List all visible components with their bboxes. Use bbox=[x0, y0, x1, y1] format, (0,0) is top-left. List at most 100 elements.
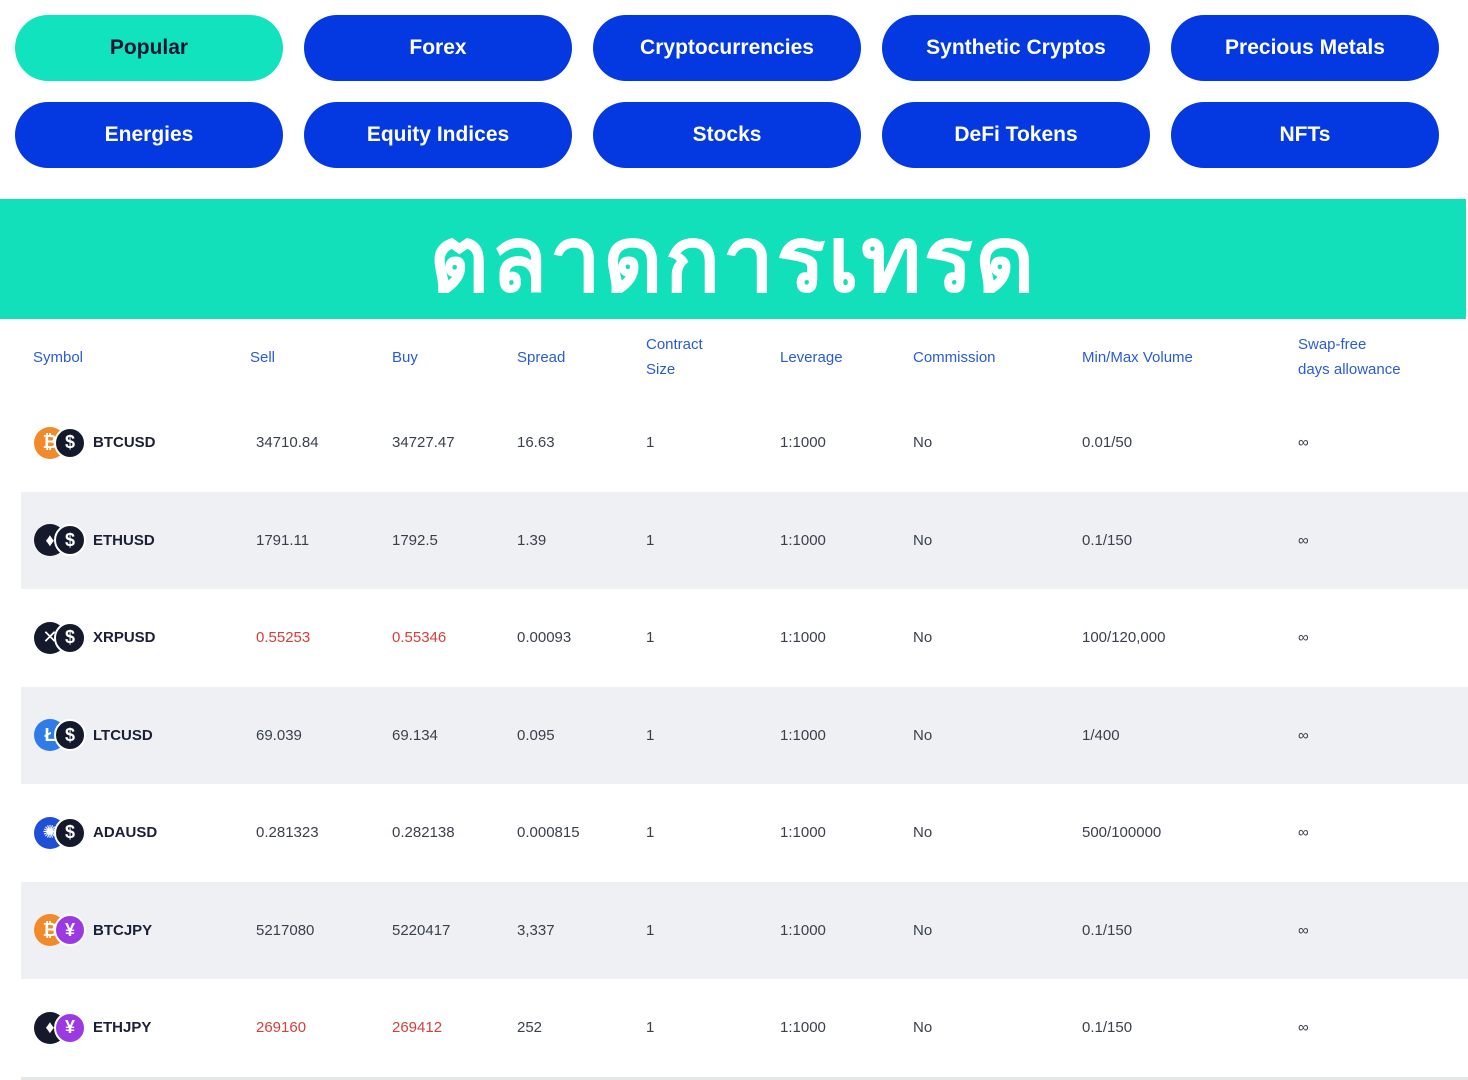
instrument-table: Symbol Sell Buy Spread Contract Size Lev… bbox=[21, 320, 1468, 1077]
symbol: BTCUSD bbox=[93, 434, 156, 452]
leverage: 1:1000 bbox=[780, 434, 826, 452]
header-symbol: Symbol bbox=[33, 348, 84, 366]
symbol: XRPUSD bbox=[93, 629, 156, 647]
dollar-icon: $ bbox=[54, 426, 86, 459]
symbol: ADAUSD bbox=[93, 824, 158, 842]
contract-size: 1 bbox=[646, 824, 655, 842]
tab-precious-metals[interactable]: Precious Metals bbox=[1171, 15, 1439, 81]
banner-title: ตลาดการเทรด bbox=[429, 205, 1037, 313]
buy-price: 34727.47 bbox=[392, 434, 455, 452]
leverage: 1:1000 bbox=[780, 1019, 826, 1037]
tab-forex[interactable]: Forex bbox=[304, 15, 572, 81]
leverage: 1:1000 bbox=[780, 824, 826, 842]
contract-size: 1 bbox=[646, 629, 655, 647]
tab-synthetic-cryptos[interactable]: Synthetic Cryptos bbox=[882, 15, 1150, 81]
swap-free-days: ∞ bbox=[1298, 824, 1309, 842]
swap-free-days: ∞ bbox=[1298, 531, 1309, 549]
pair-icons: ♦ ¥ bbox=[34, 1011, 88, 1044]
header-contract-size-line1: Contract bbox=[646, 336, 703, 353]
commission: No bbox=[913, 629, 933, 647]
table-row[interactable]: ♦ ¥ ETHJPY 269160 269412 252 1 1:1000 No… bbox=[21, 979, 1468, 1077]
header-swap-free: Swap-free days allowance bbox=[1298, 320, 1401, 394]
pair-icons: ₿ ¥ bbox=[34, 914, 88, 947]
commission: No bbox=[913, 824, 933, 842]
header-contract-size: Contract Size bbox=[646, 320, 703, 394]
leverage: 1:1000 bbox=[780, 921, 826, 939]
commission: No bbox=[913, 1019, 933, 1037]
header-min-max-volume: Min/Max Volume bbox=[1082, 348, 1193, 366]
commission: No bbox=[913, 726, 933, 744]
tab-equity-indices[interactable]: Equity Indices bbox=[304, 102, 572, 168]
pair-icons: ✕ $ bbox=[34, 621, 88, 654]
contract-size: 1 bbox=[646, 921, 655, 939]
tab-cryptocurrencies[interactable]: Cryptocurrencies bbox=[593, 15, 861, 81]
header-spread: Spread bbox=[517, 348, 566, 366]
header-contract-size-line2: Size bbox=[646, 361, 676, 378]
dollar-icon: $ bbox=[54, 816, 86, 849]
table-row[interactable]: ₿ $ BTCUSD 34710.84 34727.47 16.63 1 1:1… bbox=[21, 394, 1468, 492]
min-max-volume: 0.1/150 bbox=[1082, 921, 1133, 939]
swap-free-days: ∞ bbox=[1298, 921, 1309, 939]
table-row[interactable]: ✕ $ XRPUSD 0.55253 0.55346 0.00093 1 1:1… bbox=[21, 589, 1468, 687]
buy-price: 0.282138 bbox=[392, 824, 455, 842]
sell-price: 0.55253 bbox=[256, 629, 311, 647]
dollar-icon: $ bbox=[54, 621, 86, 654]
buy-price: 0.55346 bbox=[392, 629, 447, 647]
table-row[interactable]: ✺ $ ADAUSD 0.281323 0.282138 0.000815 1 … bbox=[21, 784, 1468, 882]
contract-size: 1 bbox=[646, 1019, 655, 1037]
dollar-icon: $ bbox=[54, 524, 86, 557]
table-row[interactable]: Ł $ LTCUSD 69.039 69.134 0.095 1 1:1000 … bbox=[21, 686, 1468, 784]
market-category-tabs: Popular Forex Cryptocurrencies Synthetic… bbox=[15, 15, 1445, 168]
swap-free-days: ∞ bbox=[1298, 434, 1309, 452]
sell-price: 34710.84 bbox=[256, 434, 319, 452]
table-row[interactable]: ₿ ¥ BTCJPY 5217080 5220417 3,337 1 1:100… bbox=[21, 881, 1468, 979]
spread: 3,337 bbox=[517, 921, 555, 939]
spread: 16.63 bbox=[517, 434, 555, 452]
swap-free-days: ∞ bbox=[1298, 726, 1309, 744]
symbol: LTCUSD bbox=[93, 726, 153, 744]
contract-size: 1 bbox=[646, 531, 655, 549]
header-swap-free-line2: days allowance bbox=[1298, 361, 1401, 378]
spread: 0.00093 bbox=[517, 629, 572, 647]
tab-popular[interactable]: Popular bbox=[15, 15, 283, 81]
spread: 252 bbox=[517, 1019, 543, 1037]
pair-icons: ♦ $ bbox=[34, 524, 88, 557]
yen-icon: ¥ bbox=[54, 1011, 86, 1044]
contract-size: 1 bbox=[646, 726, 655, 744]
header-commission: Commission bbox=[913, 348, 996, 366]
spread: 0.095 bbox=[517, 726, 555, 744]
min-max-volume: 0.1/150 bbox=[1082, 531, 1133, 549]
sell-price: 269160 bbox=[256, 1019, 307, 1037]
min-max-volume: 100/120,000 bbox=[1082, 629, 1166, 647]
min-max-volume: 0.1/150 bbox=[1082, 1019, 1133, 1037]
tab-energies[interactable]: Energies bbox=[15, 102, 283, 168]
table-row[interactable]: ♦ $ ETHUSD 1791.11 1792.5 1.39 1 1:1000 … bbox=[21, 491, 1468, 589]
symbol: ETHUSD bbox=[93, 531, 155, 549]
spread: 0.000815 bbox=[517, 824, 580, 842]
table-header: Symbol Sell Buy Spread Contract Size Lev… bbox=[21, 320, 1468, 394]
tab-defi-tokens[interactable]: DeFi Tokens bbox=[882, 102, 1150, 168]
tab-stocks[interactable]: Stocks bbox=[593, 102, 861, 168]
sell-price: 69.039 bbox=[256, 726, 302, 744]
title-banner: ตลาดการเทรด bbox=[0, 199, 1466, 319]
yen-icon: ¥ bbox=[54, 914, 86, 947]
buy-price: 5220417 bbox=[392, 921, 451, 939]
leverage: 1:1000 bbox=[780, 629, 826, 647]
spread: 1.39 bbox=[517, 531, 547, 549]
header-buy: Buy bbox=[392, 348, 418, 366]
commission: No bbox=[913, 531, 933, 549]
pair-icons: ✺ $ bbox=[34, 816, 88, 849]
pair-icons: ₿ $ bbox=[34, 426, 88, 459]
buy-price: 269412 bbox=[392, 1019, 443, 1037]
symbol: BTCJPY bbox=[93, 921, 153, 939]
contract-size: 1 bbox=[646, 434, 655, 452]
tab-nfts[interactable]: NFTs bbox=[1171, 102, 1439, 168]
swap-free-days: ∞ bbox=[1298, 629, 1309, 647]
min-max-volume: 0.01/50 bbox=[1082, 434, 1133, 452]
leverage: 1:1000 bbox=[780, 531, 826, 549]
sell-price: 0.281323 bbox=[256, 824, 319, 842]
buy-price: 69.134 bbox=[392, 726, 438, 744]
buy-price: 1792.5 bbox=[392, 531, 438, 549]
swap-free-days: ∞ bbox=[1298, 1019, 1309, 1037]
header-swap-free-line1: Swap-free bbox=[1298, 336, 1367, 353]
